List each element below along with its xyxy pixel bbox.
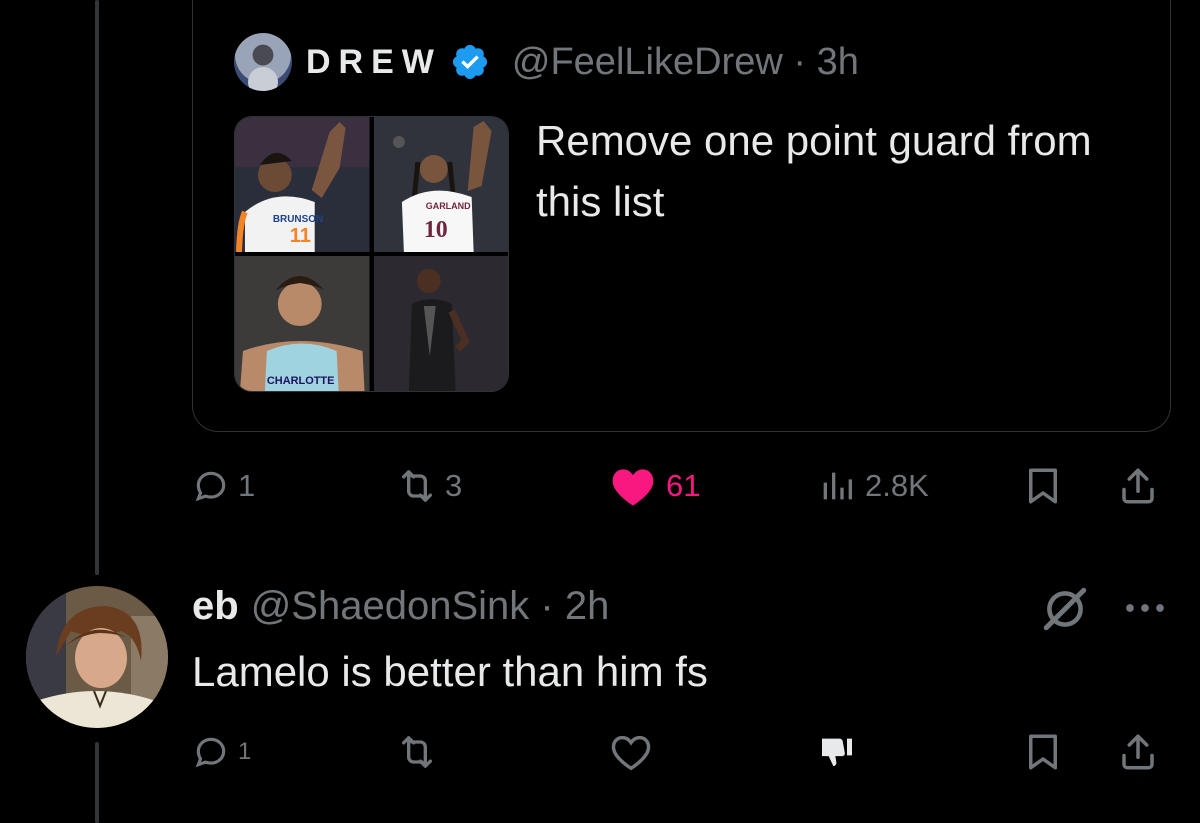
bookmark-icon (1029, 734, 1057, 770)
reply-avatar[interactable] (26, 586, 168, 728)
media-image-brunson[interactable]: BRUNSON 11 (235, 117, 370, 252)
reply-text: Lamelo is better than him fs (192, 648, 708, 695)
grok-icon[interactable] (1040, 584, 1090, 634)
timestamp[interactable]: 3h (817, 41, 859, 83)
quote-tweet-header: DREW @FeelLikeDrew · 3h (234, 32, 859, 92)
bookmark-button[interactable] (1022, 722, 1064, 782)
like-count: 61 (666, 468, 701, 503)
retweet-button[interactable]: 3 (397, 456, 462, 516)
separator: · (793, 40, 806, 83)
reply-display-name[interactable]: eb (192, 584, 239, 629)
separator: · (540, 584, 554, 628)
thread-line-bottom (95, 742, 99, 823)
reply-timestamp[interactable]: 2h (565, 584, 610, 628)
more-options-icon[interactable] (1120, 590, 1170, 626)
media-image-fox[interactable] (373, 256, 508, 391)
share-button[interactable] (1117, 456, 1159, 516)
reply-action-bar: 1 (192, 722, 1172, 782)
heart-filled-icon (612, 469, 654, 506)
views-button[interactable]: 2.8K (817, 456, 929, 516)
quote-tweet-text: Remove one point guard from this list (536, 117, 1092, 225)
retweet-count: 3 (445, 468, 463, 503)
verified-badge-icon (452, 44, 487, 80)
heart-outline-icon (611, 735, 651, 771)
downvote-button[interactable] (817, 722, 857, 782)
reply-icon (195, 471, 226, 502)
reply-count: 1 (238, 738, 252, 765)
reply-count: 1 (238, 468, 256, 503)
reply-icon (195, 737, 226, 768)
views-bar-chart-icon (823, 472, 852, 500)
handle-and-time[interactable]: @FeelLikeDrew · 3h (512, 41, 859, 84)
reply-button[interactable]: 1 (192, 722, 251, 782)
retweet-icon (402, 470, 432, 502)
jersey-number: 10 (423, 217, 447, 243)
tweet-action-bar: 1 3 61 2.8K (192, 456, 1172, 516)
jersey-name: CHARLOTTE (267, 375, 335, 387)
retweet-icon (402, 736, 432, 768)
share-icon (1122, 734, 1154, 770)
jersey-number: 11 (290, 225, 311, 247)
jersey-name: GARLAND (425, 201, 470, 211)
media-grid[interactable]: BRUNSON 11 GARLAND 10 CHARLOTTE (234, 116, 509, 392)
avatar[interactable] (234, 33, 292, 91)
handle[interactable]: @FeelLikeDrew (512, 41, 783, 83)
views-count: 2.8K (865, 468, 929, 503)
thread-line-top (95, 0, 99, 575)
display-name[interactable]: DREW (306, 43, 442, 82)
like-button[interactable] (608, 722, 654, 782)
share-button[interactable] (1117, 722, 1159, 782)
retweet-button[interactable] (397, 722, 437, 782)
media-image-lamelo[interactable]: CHARLOTTE (235, 256, 370, 391)
bookmark-icon (1029, 468, 1057, 504)
reply-header: eb @ShaedonSink · 2h (192, 584, 609, 629)
jersey-name: BRUNSON (273, 214, 323, 225)
like-button[interactable]: 61 (608, 456, 700, 516)
share-icon (1122, 468, 1154, 504)
reply-handle-and-time[interactable]: @ShaedonSink · 2h (251, 584, 610, 629)
thumbs-down-icon (822, 738, 852, 767)
reply-button[interactable]: 1 (192, 456, 255, 516)
media-image-garland[interactable]: GARLAND 10 (373, 117, 508, 252)
bookmark-button[interactable] (1022, 456, 1064, 516)
reply-handle[interactable]: @ShaedonSink (251, 584, 530, 628)
